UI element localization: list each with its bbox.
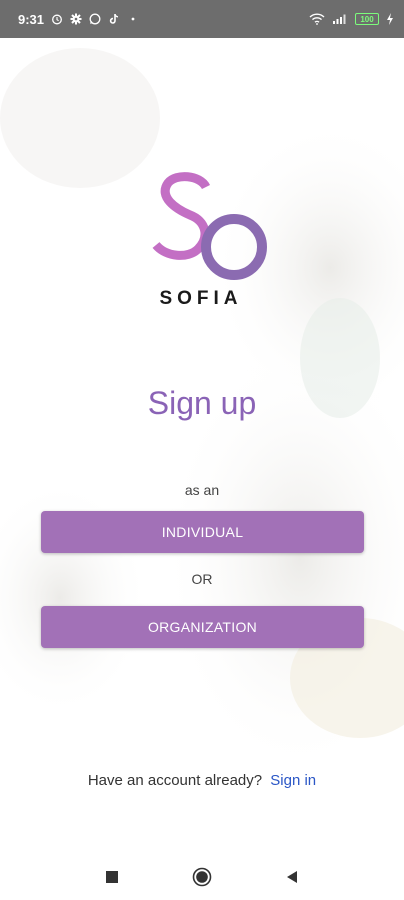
alarm-icon [51,13,63,25]
status-bar: 9:31 100 [0,0,404,38]
page-title: Sign up [147,385,257,421]
status-right: 100 [309,13,394,25]
status-time: 9:31 [18,11,45,27]
recent-apps-icon[interactable] [100,865,124,889]
charging-icon [386,13,394,25]
wifi-icon [309,13,325,25]
dot-icon [127,13,139,25]
gear-icon [70,13,82,25]
whatsapp-icon [89,13,101,25]
logo-wordmark: SOFIA [159,288,243,309]
home-icon[interactable] [190,865,214,889]
sign-in-link[interactable]: Sign in [270,772,316,789]
signin-footer: Have an account already? Sign in [0,772,404,789]
have-account-text: Have an account already? [87,772,263,789]
background-photo [0,38,404,854]
or-separator: OR [191,571,213,587]
battery-icon: 100 [355,13,379,25]
system-nav-bar [0,854,404,900]
tiktok-icon [108,13,120,25]
back-icon[interactable] [280,865,304,889]
subtitle-as-an: as an [184,482,220,498]
individual-button[interactable]: INDIVIDUAL [41,511,364,553]
organization-button[interactable]: ORGANIZATION [41,606,364,648]
signal-icon [332,13,348,25]
status-left: 9:31 [18,12,139,27]
